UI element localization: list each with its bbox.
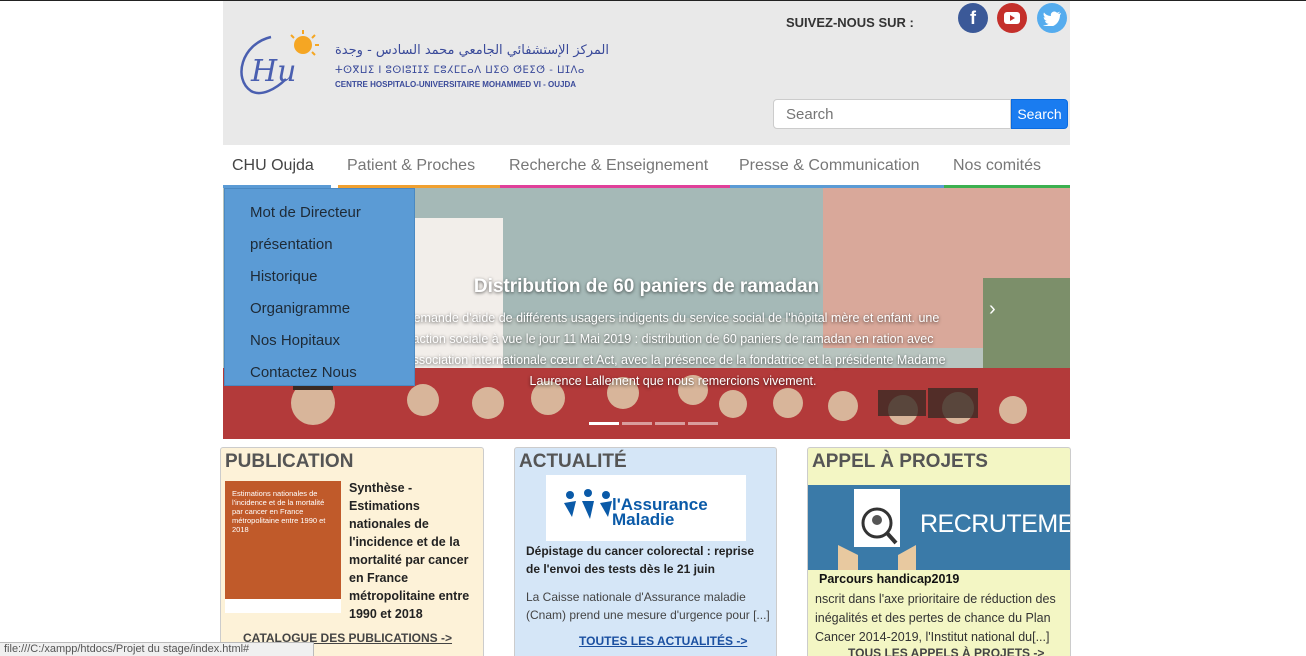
- logo-tifinagh-text: ⵜⵙⴳⵡⵉ ⵏ ⵓⵙⵏⵓⵊⵊⵉ ⵎⵓⵃⵎⵎⴰⴷ ⵡⵉⵙ ⵚⴹⵉⵚ - ⵡⵊⴷⴰ: [335, 65, 585, 76]
- carousel-indicator[interactable]: [688, 422, 718, 425]
- carousel-indicator[interactable]: [655, 422, 685, 425]
- assurance-maladie-icon: [564, 489, 612, 519]
- dropdown-item-mot-directeur[interactable]: Mot de Directeur: [225, 197, 414, 229]
- publication-cover-image[interactable]: Estimations nationales de l'incidence et…: [225, 481, 341, 613]
- publication-text[interactable]: Synthèse - Estimations nationales de l'i…: [349, 479, 475, 623]
- nav-item-nos-comites[interactable]: Nos comités: [944, 145, 1070, 188]
- actualite-title: ACTUALITÉ: [519, 451, 627, 472]
- facebook-icon[interactable]: f: [958, 3, 988, 33]
- actualite-text: La Caisse nationale d'Assurance maladie …: [526, 590, 770, 622]
- assurance-maladie-logo[interactable]: l'Assurance Maladie: [546, 475, 746, 541]
- publication-cover-logos: [225, 599, 341, 613]
- assurance-logo-line-2: Maladie: [612, 510, 675, 529]
- actualite-headline[interactable]: Dépistage du cancer colorectal : reprise…: [526, 542, 771, 578]
- carousel-next-icon[interactable]: ›: [989, 298, 996, 321]
- logo-french-text: CENTRE HOSPITALO-UNIVERSITAIRE MOHAMMED …: [335, 80, 577, 89]
- chu-logo[interactable]: Hu المركز الإستشفائي الجامعي محمد السادس…: [231, 29, 609, 99]
- main-nav: CHU Oujda Patient & Proches Recherche & …: [223, 145, 1070, 188]
- logo-arabic-text: المركز الإستشفائي الجامعي محمد السادس - …: [335, 43, 609, 58]
- dropdown-item-organigramme[interactable]: Organigramme: [225, 293, 414, 325]
- appel-projets-panel: APPEL À PROJETS RECRUTEMENT Parcours han…: [807, 447, 1071, 656]
- dropdown-item-historique[interactable]: Historique: [225, 261, 414, 293]
- recrutement-banner[interactable]: RECRUTEMENT: [808, 485, 1070, 570]
- youtube-icon[interactable]: [997, 3, 1027, 33]
- assurance-maladie-logo-text: l'Assurance Maladie: [612, 496, 708, 529]
- appel-headline[interactable]: Parcours handicap2019: [819, 572, 959, 586]
- dropdown-item-nos-hopitaux[interactable]: Nos Hopitaux: [225, 325, 414, 357]
- chu-logo-icon: Hu: [240, 30, 319, 95]
- dropdown-item-contactez-nous[interactable]: Contactez Nous: [225, 357, 414, 389]
- search-button[interactable]: Search: [1011, 99, 1068, 129]
- dropdown-item-presentation[interactable]: présentation: [225, 229, 414, 261]
- publication-panel: PUBLICATION Estimations nationales de l'…: [220, 447, 484, 656]
- recrutement-banner-text: RECRUTEMENT: [920, 510, 1070, 538]
- svg-text:Hu: Hu: [250, 54, 296, 89]
- nav-dropdown-menu: Mot de Directeur présentation Historique…: [224, 188, 415, 386]
- carousel-indicators: [589, 412, 721, 430]
- appel-projets-title: APPEL À PROJETS: [812, 451, 988, 472]
- nav-item-recherche-enseignement[interactable]: Recherche & Enseignement: [500, 145, 730, 188]
- appel-all-link[interactable]: TOUS LES APPELS À PROJETS ->: [848, 646, 1044, 656]
- site-header: Hu المركز الإستشفائي الجامعي محمد السادس…: [223, 1, 1070, 145]
- carousel-indicator[interactable]: [622, 422, 652, 425]
- nav-item-patient-proches[interactable]: Patient & Proches: [338, 145, 501, 188]
- nav-item-chu-oujda[interactable]: CHU Oujda: [223, 145, 331, 188]
- twitter-bird-icon: [1043, 10, 1061, 26]
- search-input[interactable]: [773, 99, 1011, 129]
- recruitment-illustration: [838, 489, 916, 570]
- actualite-all-link[interactable]: TOUTES LES ACTUALITÉS ->: [579, 634, 747, 648]
- nav-item-presse-communication[interactable]: Presse & Communication: [730, 145, 944, 188]
- youtube-play-icon: [1004, 12, 1020, 24]
- appel-text: nscrit dans l'axe prioritaire de réducti…: [815, 592, 1056, 644]
- carousel-indicator[interactable]: [589, 422, 619, 425]
- browser-status-bar: file:///C:/xampp/htdocs/Projet du stage/…: [0, 642, 314, 656]
- follow-us-label: SUIVEZ-NOUS SUR :: [786, 15, 914, 30]
- twitter-icon[interactable]: [1037, 3, 1067, 33]
- publication-cover-text: Estimations nationales de l'incidence et…: [232, 489, 326, 534]
- publication-title: PUBLICATION: [225, 451, 354, 472]
- actualite-panel: ACTUALITÉ l'Assurance Maladie Dépistage …: [514, 447, 777, 656]
- hero-text: demande d'aide de différents usagers ind…: [400, 311, 946, 388]
